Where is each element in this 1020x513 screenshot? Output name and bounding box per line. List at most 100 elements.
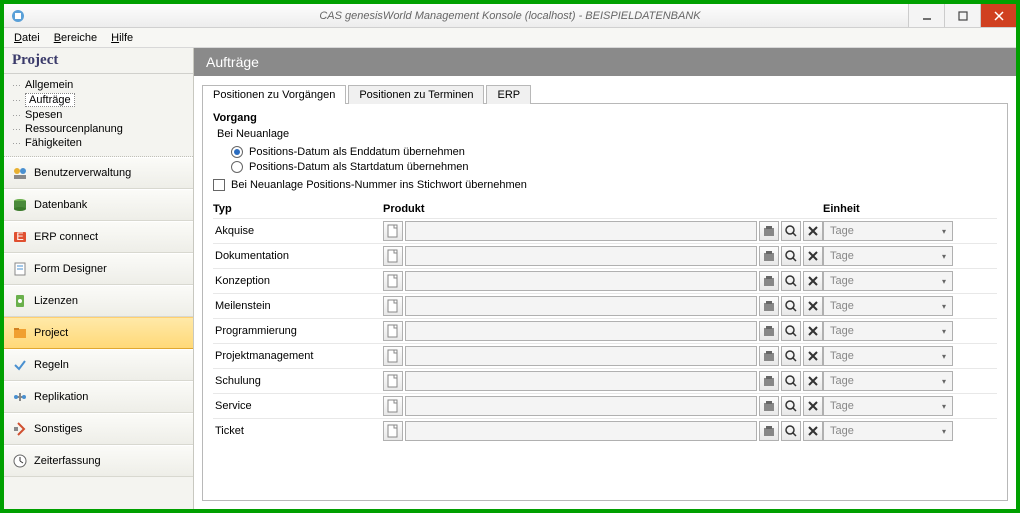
picker-icon[interactable]: [759, 421, 779, 441]
picker-icon[interactable]: [759, 296, 779, 316]
nav-item-lizenzen[interactable]: Lizenzen: [4, 285, 193, 317]
nav-item-benutzerverwaltung[interactable]: Benutzerverwaltung: [4, 157, 193, 189]
tree-item-fähigkeiten[interactable]: ⋯Fähigkeiten: [10, 136, 187, 150]
search-icon[interactable]: [781, 346, 801, 366]
clear-icon[interactable]: [803, 371, 823, 391]
document-icon[interactable]: [383, 296, 403, 316]
checkbox-stichwort[interactable]: Bei Neuanlage Positions-Nummer ins Stich…: [213, 179, 997, 191]
document-icon[interactable]: [383, 271, 403, 291]
document-icon[interactable]: [383, 421, 403, 441]
nav-item-sonstiges[interactable]: Sonstiges: [4, 413, 193, 445]
window-title: CAS genesisWorld Management Konsole (loc…: [4, 10, 1016, 22]
product-input[interactable]: [405, 321, 757, 341]
search-icon[interactable]: [781, 371, 801, 391]
product-input[interactable]: [405, 396, 757, 416]
unit-select[interactable]: Tage▾: [823, 271, 953, 291]
unit-select[interactable]: Tage▾: [823, 396, 953, 416]
product-input[interactable]: [405, 271, 757, 291]
unit-select[interactable]: Tage▾: [823, 296, 953, 316]
clear-icon[interactable]: [803, 396, 823, 416]
search-icon[interactable]: [781, 221, 801, 241]
chevron-down-icon: ▾: [942, 427, 946, 436]
col-einheit: Einheit: [823, 203, 997, 215]
picker-icon[interactable]: [759, 221, 779, 241]
picker-icon[interactable]: [759, 246, 779, 266]
picker-icon[interactable]: [759, 346, 779, 366]
unit-select[interactable]: Tage▾: [823, 346, 953, 366]
tree-item-aufträge[interactable]: ⋯Aufträge: [10, 92, 187, 108]
nav-item-replikation[interactable]: Replikation: [4, 381, 193, 413]
radio-enddatum[interactable]: Positions-Datum als Enddatum übernehmen: [231, 146, 997, 158]
menu-hilfe[interactable]: Hilfe: [105, 30, 139, 46]
product-input[interactable]: [405, 221, 757, 241]
document-icon[interactable]: [383, 321, 403, 341]
menu-bereiche[interactable]: Bereiche: [48, 30, 103, 46]
picker-icon[interactable]: [759, 321, 779, 341]
nav-item-zeiterfassung[interactable]: Zeiterfassung: [4, 445, 193, 477]
search-icon[interactable]: [781, 396, 801, 416]
tabs: Positionen zu VorgängenPositionen zu Ter…: [202, 84, 1008, 103]
tree-item-allgemein[interactable]: ⋯Allgemein: [10, 78, 187, 92]
nav-item-project[interactable]: Project: [4, 317, 193, 349]
tree-label: Allgemein: [25, 79, 73, 91]
nav-icon: [12, 421, 28, 437]
minimize-button[interactable]: [908, 4, 944, 27]
tab-0[interactable]: Positionen zu Vorgängen: [202, 85, 346, 104]
product-input[interactable]: [405, 246, 757, 266]
picker-icon[interactable]: [759, 371, 779, 391]
search-icon[interactable]: [781, 246, 801, 266]
search-icon[interactable]: [781, 321, 801, 341]
chevron-down-icon: ▾: [942, 252, 946, 261]
table-row: SchulungTage▾: [213, 368, 997, 393]
tab-1[interactable]: Positionen zu Terminen: [348, 85, 484, 104]
tree-item-spesen[interactable]: ⋯Spesen: [10, 108, 187, 122]
radio-startdatum[interactable]: Positions-Datum als Startdatum übernehme…: [231, 161, 997, 173]
nav-item-erp-connect[interactable]: EERP connect: [4, 221, 193, 253]
document-icon[interactable]: [383, 396, 403, 416]
svg-text:E: E: [16, 231, 23, 243]
table-row: ProgrammierungTage▾: [213, 318, 997, 343]
cell-typ: Konzeption: [213, 275, 383, 287]
document-icon[interactable]: [383, 346, 403, 366]
document-icon[interactable]: [383, 221, 403, 241]
unit-value: Tage: [830, 425, 854, 437]
clear-icon[interactable]: [803, 296, 823, 316]
product-input[interactable]: [405, 296, 757, 316]
nav-item-datenbank[interactable]: Datenbank: [4, 189, 193, 221]
menu-datei[interactable]: Datei: [8, 30, 46, 46]
product-input[interactable]: [405, 346, 757, 366]
picker-icon[interactable]: [759, 396, 779, 416]
unit-select[interactable]: Tage ▾: [823, 421, 953, 441]
nav-item-form-designer[interactable]: Form Designer: [4, 253, 193, 285]
picker-icon[interactable]: [759, 271, 779, 291]
table-row: DokumentationTage▾: [213, 243, 997, 268]
cell-typ: Meilenstein: [213, 300, 383, 312]
sidebar: Project ⋯Allgemein⋯Aufträge⋯Spesen⋯Resso…: [4, 48, 194, 509]
search-icon[interactable]: [781, 271, 801, 291]
checkbox-icon: [213, 179, 225, 191]
product-input[interactable]: [405, 371, 757, 391]
document-icon[interactable]: [383, 246, 403, 266]
unit-select[interactable]: Tage▾: [823, 371, 953, 391]
clear-icon[interactable]: [803, 271, 823, 291]
search-icon[interactable]: [781, 421, 801, 441]
unit-select[interactable]: Tage▾: [823, 246, 953, 266]
nav-item-regeln[interactable]: Regeln: [4, 349, 193, 381]
unit-value: Tage: [830, 275, 854, 287]
search-icon[interactable]: [781, 296, 801, 316]
clear-icon[interactable]: [803, 221, 823, 241]
clear-icon[interactable]: [803, 321, 823, 341]
clear-icon[interactable]: [803, 421, 823, 441]
nav-label: Zeiterfassung: [34, 455, 101, 467]
tab-panel: Vorgang Bei Neuanlage Positions-Datum al…: [202, 103, 1008, 501]
tree-item-ressourcenplanung[interactable]: ⋯Ressourcenplanung: [10, 122, 187, 136]
maximize-button[interactable]: [944, 4, 980, 27]
tab-2[interactable]: ERP: [486, 85, 531, 104]
unit-select[interactable]: Tage▾: [823, 221, 953, 241]
product-input[interactable]: [405, 421, 757, 441]
clear-icon[interactable]: [803, 246, 823, 266]
clear-icon[interactable]: [803, 346, 823, 366]
unit-select[interactable]: Tage▾: [823, 321, 953, 341]
close-button[interactable]: [980, 4, 1016, 27]
document-icon[interactable]: [383, 371, 403, 391]
